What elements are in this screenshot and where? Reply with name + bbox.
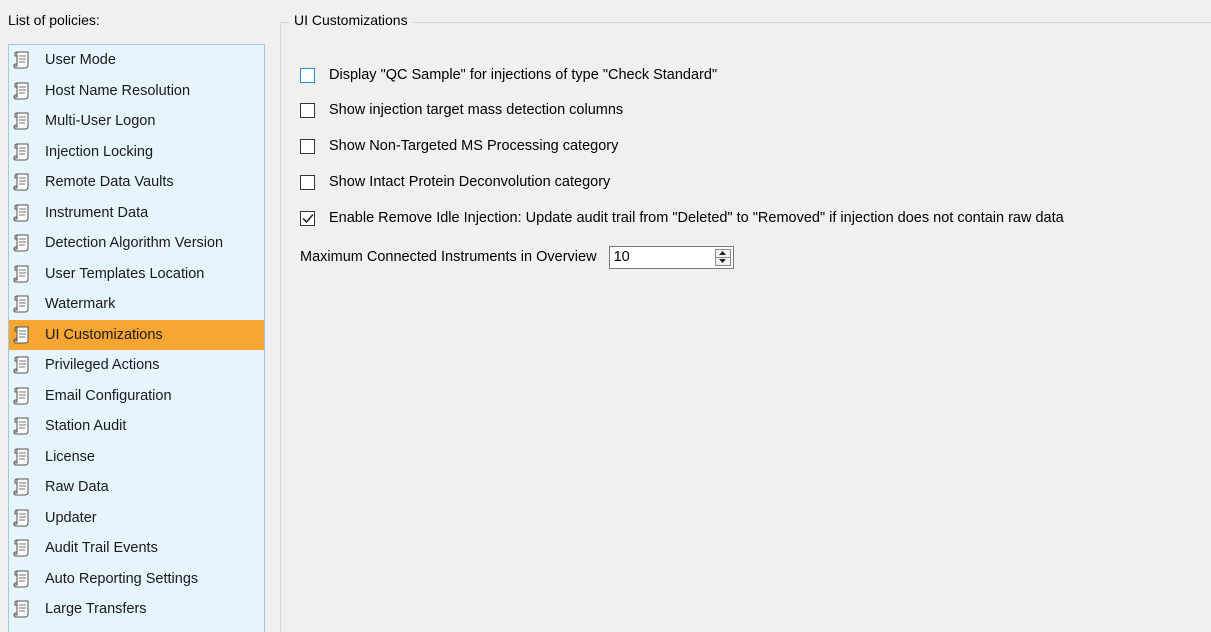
policy-item-label: Station Audit — [45, 418, 127, 435]
policy-item[interactable]: Raw Data — [9, 472, 264, 503]
policy-scroll-icon — [13, 538, 31, 558]
policy-item[interactable]: User Templates Location — [9, 259, 264, 290]
policy-item-label: Remote Data Vaults — [45, 174, 174, 191]
option-intact-protein[interactable]: Show Intact Protein Deconvolution catego… — [300, 171, 610, 193]
max-instruments-row: Maximum Connected Instruments in Overvie… — [300, 244, 734, 270]
spinner-buttons — [714, 248, 731, 266]
policy-item-label: Watermark — [45, 296, 116, 313]
option-label: Show Intact Protein Deconvolution catego… — [329, 174, 611, 190]
policy-item[interactable]: Instrument Data — [9, 198, 264, 229]
policy-item-label: Detection Algorithm Version — [45, 235, 224, 252]
max-instruments-spinner[interactable] — [608, 245, 734, 269]
policy-scroll-icon — [13, 172, 31, 192]
policy-item-label: Injection Locking — [45, 143, 154, 160]
policy-item-label: Auto Reporting Settings — [45, 570, 199, 587]
option-label: Display "QC Sample" for injections of ty… — [329, 67, 718, 83]
policy-scroll-icon — [13, 233, 31, 253]
policy-scroll-icon — [13, 569, 31, 589]
policy-scroll-icon — [13, 325, 31, 345]
policy-scroll-icon — [13, 599, 31, 619]
policy-item[interactable]: Audit Trail Events — [9, 533, 264, 564]
checkbox-intact-protein[interactable] — [300, 174, 315, 190]
policy-item-label: License — [45, 448, 95, 465]
max-instruments-label: Maximum Connected Instruments in Overvie… — [300, 249, 597, 265]
checkbox-remove-idle-injection[interactable] — [300, 210, 315, 226]
option-label: Enable Remove Idle Injection: Update aud… — [329, 210, 1064, 226]
policy-item[interactable]: Watermark — [9, 289, 264, 320]
option-target-mass-columns[interactable]: Show injection target mass detection col… — [300, 99, 623, 121]
policy-item-label: Instrument Data — [45, 204, 149, 221]
policy-item-label: Multi-User Logon — [45, 113, 156, 130]
policy-list-label: List of policies: — [8, 12, 100, 28]
policy-scroll-icon — [13, 416, 31, 436]
checkbox-qc-sample[interactable] — [300, 67, 315, 83]
policy-item-label: Privileged Actions — [45, 357, 160, 374]
policy-scroll-icon — [13, 203, 31, 223]
policy-item[interactable]: Injection Locking — [9, 137, 264, 168]
policy-item-label: Host Name Resolution — [45, 82, 191, 99]
policy-scroll-icon — [13, 111, 31, 131]
policy-item[interactable]: Updater — [9, 503, 264, 534]
spinner-down-button[interactable] — [715, 256, 730, 265]
policy-item[interactable]: Host Name Resolution — [9, 76, 264, 107]
option-label: Show injection target mass detection col… — [329, 102, 624, 118]
policy-item-label: Audit Trail Events — [45, 540, 158, 557]
policy-scroll-icon — [13, 50, 31, 70]
policy-list[interactable]: User Mode Host Name Resolution Multi-User … — [8, 44, 265, 632]
policy-item[interactable]: Multi-User Logon — [9, 106, 264, 137]
option-label: Show Non-Targeted MS Processing category — [329, 138, 619, 154]
policy-item[interactable]: Auto Reporting Settings — [9, 564, 264, 595]
policy-item-label: Raw Data — [45, 479, 109, 496]
triangle-down-icon — [719, 259, 727, 263]
checkmark-icon — [301, 213, 314, 223]
group-title: UI Customizations — [289, 12, 413, 28]
option-non-targeted-ms[interactable]: Show Non-Targeted MS Processing category — [300, 135, 618, 157]
policy-item-label: Updater — [45, 509, 97, 526]
max-instruments-input[interactable] — [613, 247, 704, 267]
policy-item[interactable]: Large Transfers — [9, 594, 264, 625]
policy-scroll-icon — [13, 355, 31, 375]
policy-editor: List of policies: User Mode Host Name Res… — [0, 0, 1211, 632]
checkbox-non-targeted-ms[interactable] — [300, 138, 315, 154]
spinner-up-button[interactable] — [716, 250, 730, 257]
policy-item[interactable]: License — [9, 442, 264, 473]
policy-item-label: UI Customizations — [45, 326, 163, 343]
policy-item-label: Large Transfers — [45, 601, 147, 618]
policy-scroll-icon — [13, 508, 31, 528]
policy-item[interactable]: Remote Data Vaults — [9, 167, 264, 198]
policy-item-label: Email Configuration — [45, 387, 172, 404]
policy-item[interactable]: UI Customizations — [9, 319, 264, 350]
policy-item-label: User Templates Location — [45, 265, 205, 282]
policy-scroll-icon — [13, 386, 31, 406]
policy-item[interactable]: Detection Algorithm Version — [9, 228, 264, 259]
policy-scroll-icon — [13, 81, 31, 101]
option-qc-sample[interactable]: Display "QC Sample" for injections of ty… — [300, 64, 717, 86]
policy-scroll-icon — [13, 447, 31, 467]
policy-scroll-icon — [13, 142, 31, 162]
option-remove-idle-injection[interactable]: Enable Remove Idle Injection: Update aud… — [300, 207, 1064, 229]
checkbox-target-mass-columns[interactable] — [300, 102, 315, 118]
policy-scroll-icon — [13, 264, 31, 284]
policy-scroll-icon — [13, 477, 31, 497]
policy-scroll-icon — [13, 294, 31, 314]
policy-item[interactable]: User Mode — [9, 45, 264, 76]
triangle-up-icon — [719, 251, 727, 255]
policy-item[interactable]: Station Audit — [9, 411, 264, 442]
policy-item-label: User Mode — [45, 52, 116, 69]
policy-item[interactable]: Privileged Actions — [9, 350, 264, 381]
policy-item[interactable]: Email Configuration — [9, 381, 264, 412]
